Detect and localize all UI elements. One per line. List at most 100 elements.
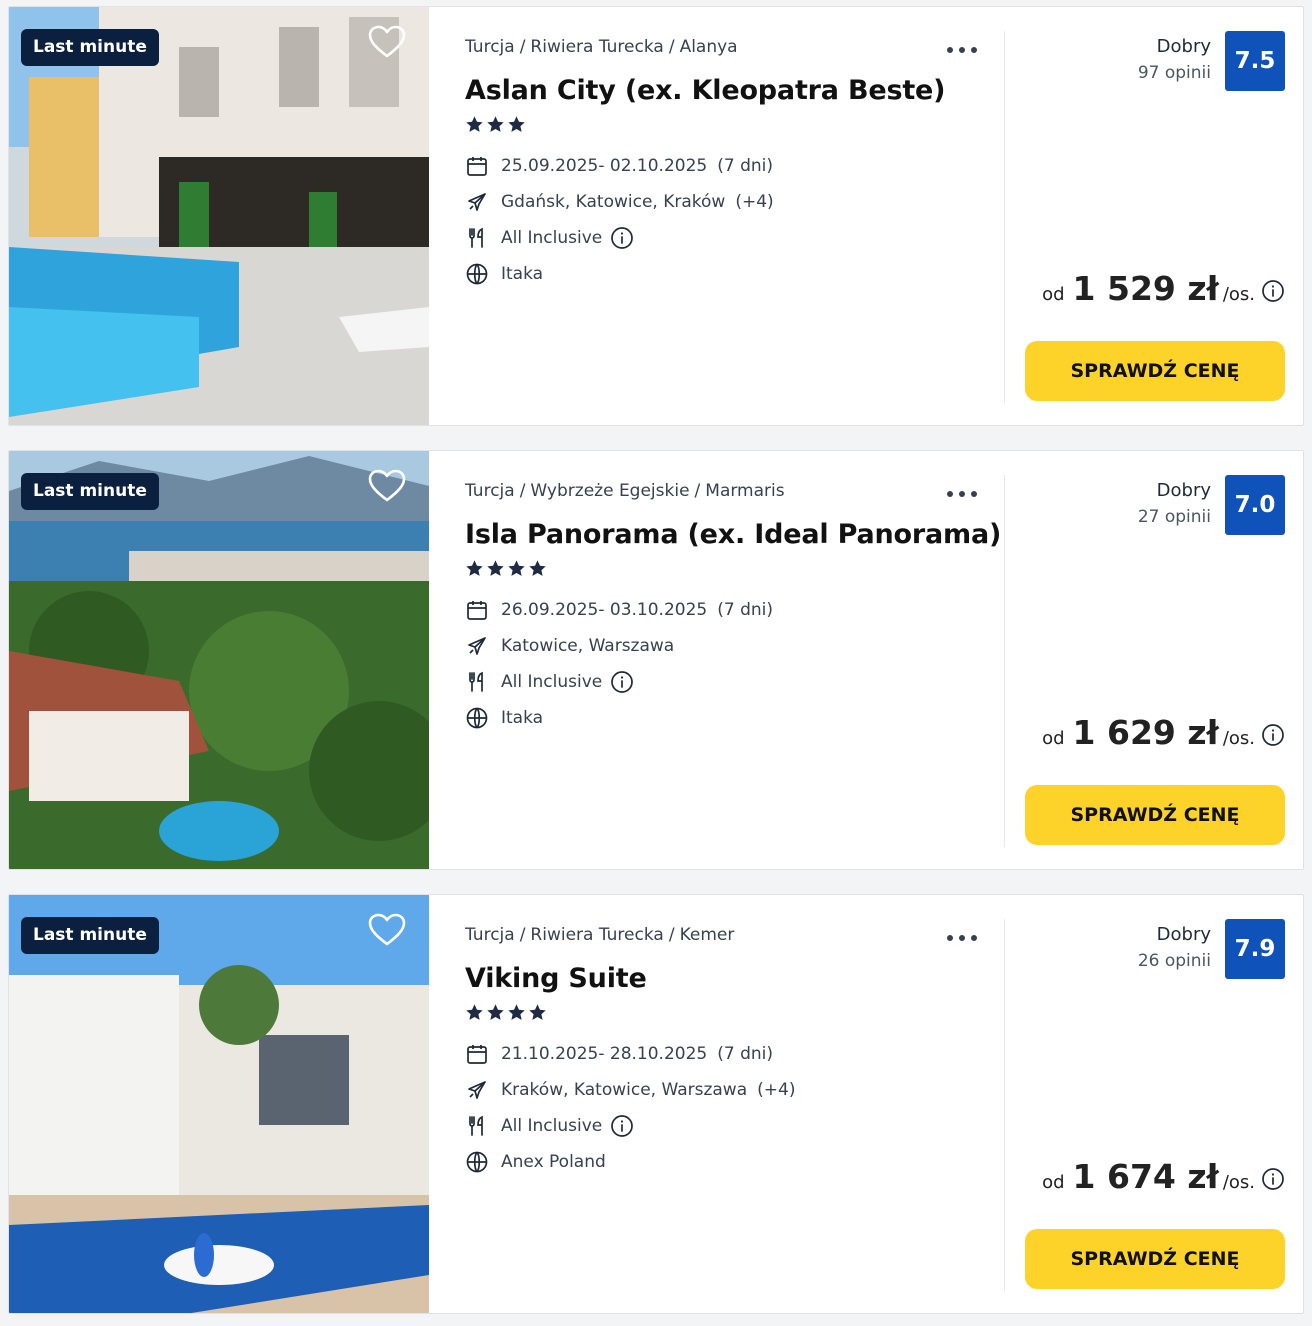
- price-info-icon[interactable]: [1261, 279, 1285, 303]
- more-options-icon[interactable]: [943, 479, 981, 507]
- travel-duration: (7 dni): [717, 600, 773, 620]
- review-count[interactable]: 97 opinii: [1138, 59, 1211, 87]
- hotel-photo[interactable]: Last minute: [9, 451, 429, 869]
- globe-icon: [466, 1151, 488, 1173]
- star-icon: [466, 1004, 483, 1020]
- price-suffix: /os.: [1222, 1172, 1255, 1193]
- rating-label: Dobry: [1156, 36, 1211, 57]
- star-icon: [487, 560, 504, 576]
- departure-airports: Katowice, Warszawa: [501, 636, 675, 656]
- calendar-icon: [467, 601, 487, 620]
- board-row: All Inclusive: [465, 225, 634, 251]
- star-icon: [508, 1004, 525, 1020]
- tour-operator: Itaka: [501, 264, 544, 284]
- departure-airports-more[interactable]: (+4): [735, 192, 773, 212]
- breadcrumb-city[interactable]: Alanya: [680, 37, 738, 57]
- breadcrumb-region[interactable]: Wybrzeże Egejskie: [530, 481, 689, 501]
- column-divider: [1004, 31, 1005, 403]
- plane-icon: [468, 193, 486, 211]
- rating-summary: Dobry 27 opinii: [1138, 479, 1211, 531]
- calendar-icon: [467, 157, 487, 176]
- price: od 1 629 zł/os.: [1042, 713, 1255, 752]
- cutlery-icon: [469, 671, 483, 692]
- travel-duration: (7 dni): [717, 156, 773, 176]
- breadcrumb-country[interactable]: Turcja: [465, 37, 515, 57]
- board-type: All Inclusive: [501, 228, 603, 248]
- review-count[interactable]: 27 opinii: [1138, 503, 1211, 531]
- rating-label: Dobry: [1156, 924, 1211, 945]
- breadcrumb: Turcja / Riwiera Turecka / Kemer: [465, 925, 735, 945]
- cutlery-icon: [469, 227, 483, 248]
- hotel-photo[interactable]: Last minute: [9, 895, 429, 1313]
- star-icon: [487, 1004, 504, 1020]
- star-icon: [466, 116, 483, 132]
- breadcrumb-region[interactable]: Riwiera Turecka: [530, 37, 663, 57]
- more-options-icon[interactable]: [943, 923, 981, 951]
- column-divider: [1004, 919, 1005, 1291]
- hotel-name[interactable]: Isla Panorama (ex. Ideal Panorama): [465, 519, 1001, 550]
- price-suffix: /os.: [1222, 284, 1255, 305]
- heart-icon[interactable]: [367, 911, 407, 951]
- review-count[interactable]: 26 opinii: [1138, 947, 1211, 975]
- rating-summary: Dobry 26 opinii: [1138, 923, 1211, 975]
- column-divider: [1004, 475, 1005, 847]
- travel-dates: 26.09.2025- 03.10.2025: [501, 600, 708, 620]
- dates-row: 21.10.2025- 28.10.2025 (7 dni): [465, 1041, 773, 1067]
- travel-duration: (7 dni): [717, 1044, 773, 1064]
- price: od 1 529 zł/os.: [1042, 269, 1255, 308]
- star-icon: [508, 116, 525, 132]
- heart-icon[interactable]: [367, 467, 407, 507]
- globe-icon: [466, 263, 488, 285]
- departure-airports-more[interactable]: (+4): [757, 1080, 795, 1100]
- breadcrumb-region[interactable]: Riwiera Turecka: [530, 925, 663, 945]
- price-amount: 1 629 zł: [1072, 713, 1219, 752]
- hotel-name[interactable]: Aslan City (ex. Kleopatra Beste): [465, 75, 946, 106]
- price-amount: 1 674 zł: [1072, 1157, 1219, 1196]
- rating-score: 7.5: [1225, 31, 1285, 91]
- hotel-photo[interactable]: Last minute: [9, 7, 429, 425]
- breadcrumb-city[interactable]: Marmaris: [705, 481, 784, 501]
- offer-card[interactable]: Last minute Turcja / Wybrzeże Egejskie / Mar…: [8, 450, 1304, 870]
- hotel-name[interactable]: Viking Suite: [465, 963, 647, 994]
- info-icon[interactable]: [610, 670, 634, 694]
- breadcrumb-country[interactable]: Turcja: [465, 925, 515, 945]
- star-icon: [508, 560, 525, 576]
- offer-card[interactable]: Last minute Turcja / Riwiera Turecka / Alany…: [8, 6, 1304, 426]
- info-icon[interactable]: [610, 1114, 634, 1138]
- rating-label: Dobry: [1156, 480, 1211, 501]
- operator-row: Itaka: [465, 261, 543, 287]
- breadcrumb-country[interactable]: Turcja: [465, 481, 515, 501]
- board-type: All Inclusive: [501, 1116, 603, 1136]
- check-price-button[interactable]: SPRAWDŹ CENĘ: [1025, 785, 1285, 845]
- departures-row: Kraków, Katowice, Warszawa (+4): [465, 1077, 795, 1103]
- departure-airports: Gdańsk, Katowice, Kraków: [501, 192, 726, 212]
- price-prefix: od: [1042, 1172, 1065, 1193]
- price-amount: 1 529 zł: [1072, 269, 1219, 308]
- price-info-icon[interactable]: [1261, 1167, 1285, 1191]
- hotel-photo-image: [9, 451, 429, 869]
- check-price-button[interactable]: SPRAWDŹ CENĘ: [1025, 341, 1285, 401]
- heart-icon[interactable]: [367, 23, 407, 63]
- info-icon[interactable]: [610, 226, 634, 250]
- globe-icon: [466, 707, 488, 729]
- last-minute-badge: Last minute: [21, 29, 159, 66]
- hotel-stars: [465, 115, 526, 137]
- plane-icon: [468, 1081, 486, 1099]
- offer-details: Turcja / Riwiera Turecka / Kemer Viking Suit…: [465, 895, 985, 1313]
- more-options-icon[interactable]: [943, 35, 981, 63]
- price-info-icon[interactable]: [1261, 723, 1285, 747]
- star-icon: [487, 116, 504, 132]
- last-minute-badge: Last minute: [21, 917, 159, 954]
- breadcrumb-city[interactable]: Kemer: [680, 925, 735, 945]
- plane-icon: [468, 637, 486, 655]
- tour-operator: Itaka: [501, 708, 544, 728]
- offer-details: Turcja / Riwiera Turecka / Alanya Aslan City…: [465, 7, 985, 425]
- last-minute-badge: Last minute: [21, 473, 159, 510]
- offer-card[interactable]: Last minute Turcja / Riwiera Turecka / Kemer…: [8, 894, 1304, 1314]
- hotel-photo-image: [9, 7, 429, 425]
- price: od 1 674 zł/os.: [1042, 1157, 1255, 1196]
- dates-row: 25.09.2025- 02.10.2025 (7 dni): [465, 153, 773, 179]
- hotel-stars: [465, 559, 547, 581]
- check-price-button[interactable]: SPRAWDŹ CENĘ: [1025, 1229, 1285, 1289]
- cutlery-icon: [469, 1115, 483, 1136]
